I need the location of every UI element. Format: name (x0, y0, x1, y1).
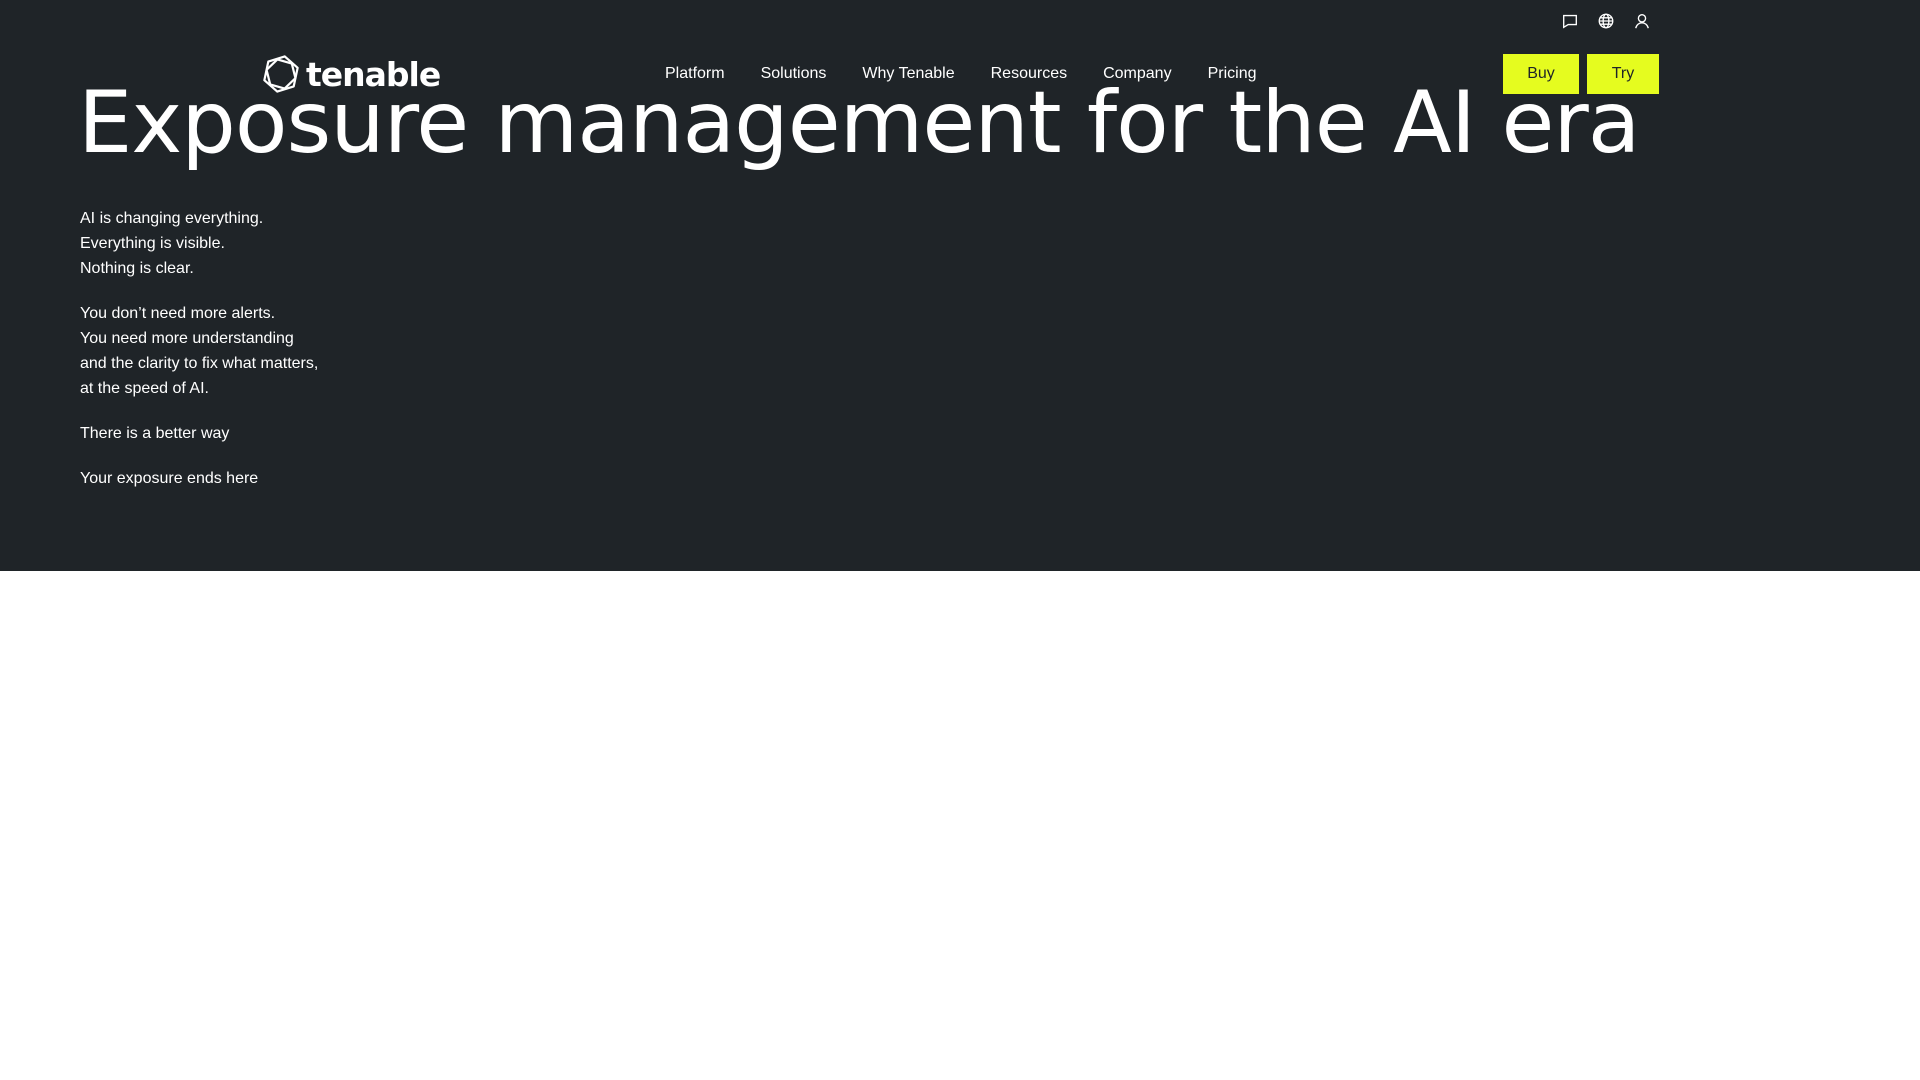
utility-bar (1560, 11, 1652, 31)
hero-line: and the clarity to fix what matters, (80, 355, 319, 372)
hero-section: Exposure management for the AI era tenab… (0, 0, 1920, 571)
hexagon-logo-icon (263, 55, 299, 93)
nav-item-solutions[interactable]: Solutions (761, 65, 827, 83)
hero-line: Everything is visible. (80, 235, 225, 252)
hero-line: There is a better way (80, 425, 230, 442)
hero-line: at the speed of AI. (80, 380, 209, 397)
hero-line: AI is changing everything. (80, 210, 264, 227)
nav-menu: Platform Solutions Why Tenable Resources… (665, 52, 1292, 96)
globe-icon[interactable] (1596, 11, 1616, 31)
hero-paragraph: There is a better way (80, 421, 318, 446)
try-button[interactable]: Try (1587, 54, 1659, 94)
tenable-logo[interactable]: tenable (260, 52, 441, 96)
user-icon[interactable] (1632, 11, 1652, 31)
nav-item-platform[interactable]: Platform (665, 65, 725, 83)
hero-paragraph: Your exposure ends here (80, 466, 318, 491)
hero-line: Your exposure ends here (80, 470, 259, 487)
hero-line: You need more understanding (80, 330, 294, 347)
nav-item-company[interactable]: Company (1103, 65, 1171, 83)
hero-copy: AI is changing everything. Everything is… (80, 206, 318, 511)
hero-line: Nothing is clear. (80, 260, 194, 277)
hero-paragraph: You don’t need more alerts. You need mor… (80, 301, 318, 401)
nav-item-resources[interactable]: Resources (991, 65, 1067, 83)
nav-item-pricing[interactable]: Pricing (1208, 65, 1257, 83)
logo-text: tenable (306, 54, 441, 94)
main-nav: tenable Platform Solutions Why Tenable R… (0, 52, 1920, 96)
nav-item-why-tenable[interactable]: Why Tenable (862, 65, 954, 83)
hero-line: You don’t need more alerts. (80, 305, 276, 322)
hero-paragraph: AI is changing everything. Everything is… (80, 206, 318, 281)
chat-icon[interactable] (1560, 11, 1580, 31)
buy-button[interactable]: Buy (1503, 54, 1579, 94)
